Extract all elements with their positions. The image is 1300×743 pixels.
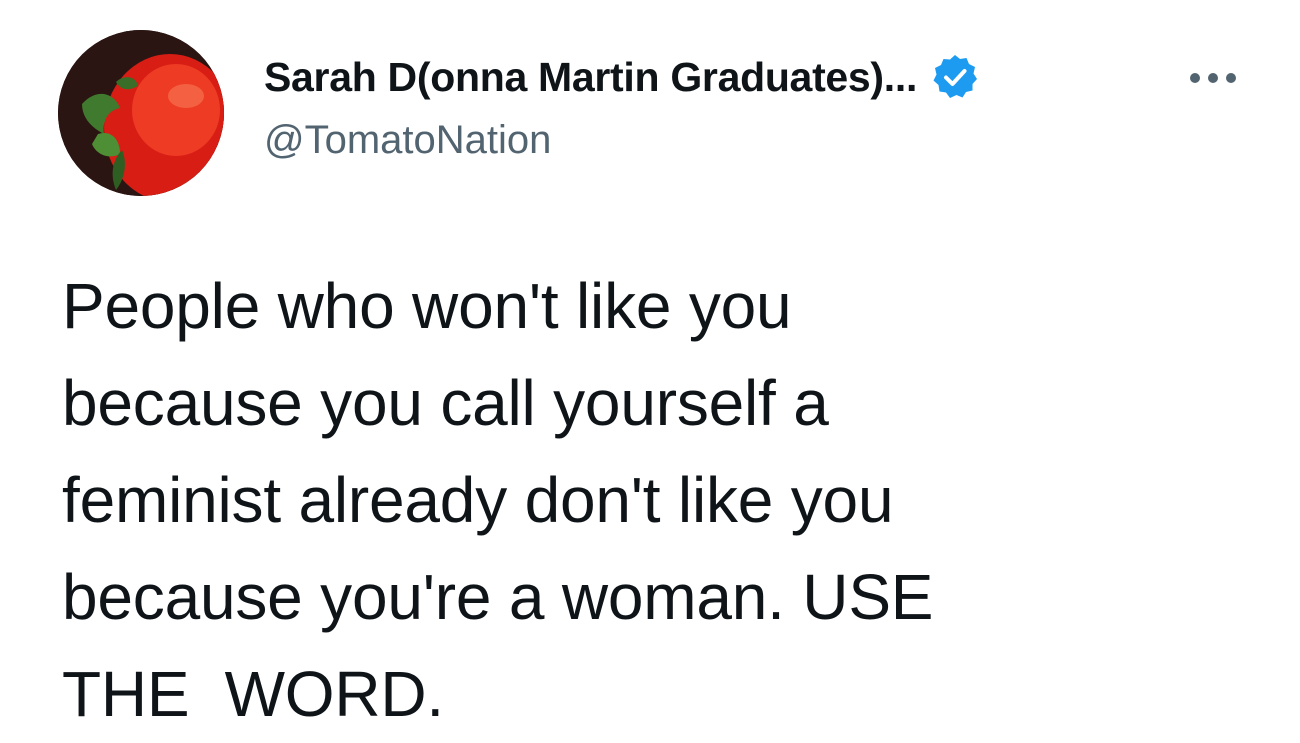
tweet-text: People who won't like you because you ca… — [62, 270, 934, 730]
more-options-button[interactable] — [1178, 58, 1248, 98]
author-handle[interactable]: @TomatoNation — [264, 118, 551, 163]
author-display-name[interactable]: Sarah D(onna Martin Graduates)... — [264, 54, 917, 101]
verified-badge-icon — [931, 53, 979, 101]
tomato-avatar-icon[interactable] — [58, 30, 224, 196]
author-name-row: Sarah D(onna Martin Graduates)... — [264, 52, 979, 102]
tweet-card: Sarah D(onna Martin Graduates)... @Tomat… — [0, 0, 1300, 739]
more-options-icon — [1190, 73, 1236, 83]
